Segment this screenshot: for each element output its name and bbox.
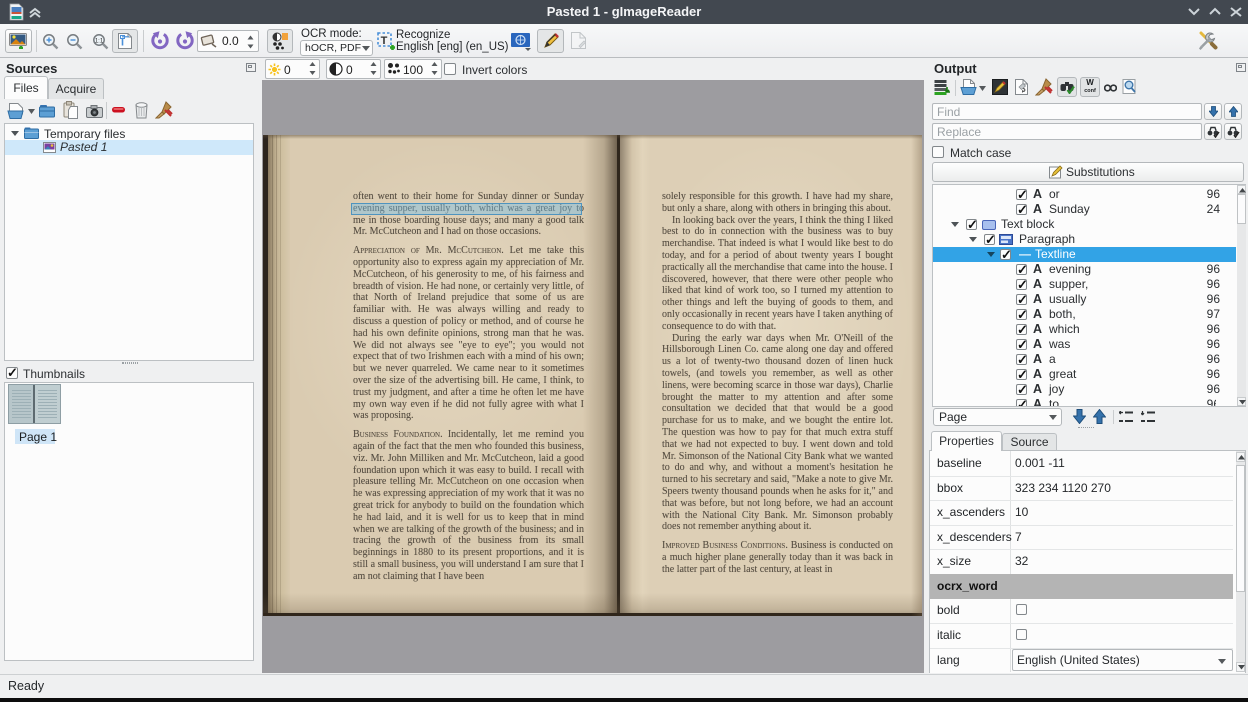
svg-text:T: T: [381, 35, 388, 47]
svg-text:1:1: 1:1: [95, 39, 104, 45]
